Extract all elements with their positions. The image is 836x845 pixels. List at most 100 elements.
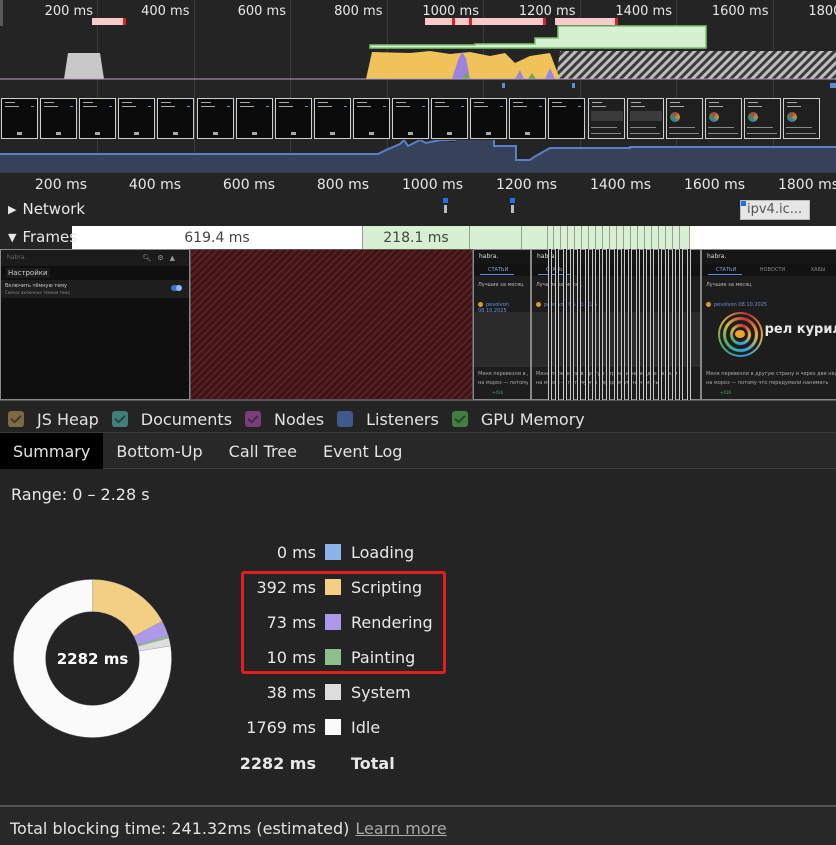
excerpt: Меня перевезли в другую страну и через д…	[706, 371, 836, 386]
counter-label: GPU Memory	[480, 409, 585, 429]
filmstrip-frame[interactable]	[431, 98, 469, 139]
frame-segment[interactable]	[617, 226, 624, 249]
checkbox-icon[interactable]	[451, 411, 468, 427]
article-headline: рел курил	[764, 322, 836, 337]
checkbox-icon[interactable]	[245, 411, 262, 427]
legend-total-label: Total	[351, 753, 395, 773]
counter-label: Nodes	[274, 409, 325, 429]
counter-js-heap[interactable]: JS Heap	[8, 407, 99, 431]
filmstrip-frame[interactable]	[548, 98, 586, 139]
range-label: Range: 0 – 2.28 s	[11, 485, 150, 504]
filmstrip-frame[interactable]	[704, 98, 742, 139]
counter-listeners[interactable]: Listeners	[337, 407, 439, 431]
memory-counters: JS Heap Documents Nodes Listeners GPU Me…	[0, 402, 836, 431]
filmstrip-frame[interactable]	[313, 98, 351, 139]
checkbox-icon[interactable]	[111, 411, 128, 427]
screenshot-stack-stripe	[569, 249, 574, 400]
frames-track-header[interactable]: ▼ Frames	[8, 228, 77, 246]
timeline-ruler[interactable]: 200 ms 400 ms 600 ms 800 ms 1000 ms 1200 ms 14…	[0, 172, 836, 198]
frame-segment[interactable]	[610, 226, 617, 249]
counter-documents[interactable]: Documents	[111, 407, 232, 431]
screenshot-settings[interactable]: habra. 🔍︎⚙︎▲ Настройки Включить тёмную т…	[0, 249, 190, 400]
timeline-overview[interactable]: 200 ms 400 ms 600 ms 800 ms 1000 ms 1200 ms 14…	[0, 0, 836, 172]
tab-summary[interactable]: Summary	[0, 433, 104, 469]
filmstrip-frame[interactable]	[783, 98, 820, 139]
expand-triangle-icon[interactable]: ▶	[8, 203, 16, 216]
frame-segment[interactable]	[652, 226, 659, 249]
filmstrip-frame[interactable]	[235, 98, 273, 139]
frame-segment[interactable]	[470, 226, 522, 249]
frame-segment[interactable]	[673, 226, 680, 249]
frame-segment[interactable]	[603, 226, 610, 249]
legend-row-total: 2282 ms Total	[230, 751, 530, 775]
tab-call-tree[interactable]: Call Tree	[216, 433, 310, 469]
filmstrip-frame[interactable]	[470, 98, 508, 139]
filmstrip-frame[interactable]	[274, 98, 312, 139]
frame-segment[interactable]	[568, 226, 575, 249]
learn-more-link[interactable]: Learn more	[355, 819, 446, 838]
filmstrip-frame[interactable]	[157, 98, 195, 139]
screenshot-stack-stripe	[613, 249, 618, 400]
frame-segment[interactable]	[645, 226, 652, 249]
tab-hubs: ХАБЫ	[810, 267, 826, 273]
article-image-placeholder	[474, 312, 530, 367]
frames-track[interactable]: 619.4 ms 218.1 ms	[0, 226, 836, 249]
header-icons: 🔍︎⚙︎▲	[142, 254, 181, 262]
screenshot-article[interactable]: habra. СТАТЬИ Лучшие за месяц pevolvon 0…	[473, 249, 531, 400]
frame-segment[interactable]: 619.4 ms	[72, 226, 363, 249]
excerpt: Меня перевезли в другую страну и через д…	[478, 371, 528, 386]
frame-segment[interactable]	[631, 226, 638, 249]
collapse-triangle-icon[interactable]: ▼	[8, 231, 16, 244]
filmstrip-frame[interactable]	[1, 98, 38, 139]
counter-gpu-memory[interactable]: GPU Memory	[451, 407, 585, 431]
filmstrip-frame[interactable]	[743, 98, 781, 139]
frame-segment[interactable]	[680, 226, 690, 249]
screenshot-article-loaded[interactable]: habra. СТАТЬИ НОВОСТИ ХАБЫ Лучшие за мес…	[701, 249, 836, 400]
frame-segment[interactable]	[554, 226, 561, 249]
frame-segment[interactable]	[638, 226, 645, 249]
tab-event-log[interactable]: Event Log	[310, 433, 416, 469]
screenshot-stack-stripe	[628, 249, 633, 400]
filmstrip-frame[interactable]	[626, 98, 664, 139]
tab-bottom-up[interactable]: Bottom-Up	[103, 433, 215, 469]
network-request-mark	[572, 83, 576, 88]
filmstrip-frame[interactable]	[392, 98, 429, 139]
filmstrip-frame[interactable]	[196, 98, 234, 139]
network-request-mark	[830, 83, 836, 88]
network-track[interactable]	[0, 198, 836, 224]
filmstrip-frame[interactable]	[79, 98, 117, 139]
screenshot-header: habra. 🔍︎⚙︎▲	[1, 250, 189, 266]
author: pevolvon 08.10.2025	[706, 302, 767, 308]
tab-underline	[708, 274, 742, 275]
overview-filmstrip[interactable]	[0, 96, 836, 140]
frame-segment[interactable]	[582, 226, 589, 249]
article-tabs: СТАТЬИ НОВОСТИ ХАБЫ	[702, 264, 836, 276]
frame-screenshots[interactable]: habra. 🔍︎⚙︎▲ Настройки Включить тёмную т…	[0, 249, 836, 401]
frame-segment[interactable]	[575, 226, 582, 249]
frame-segment[interactable]	[561, 226, 568, 249]
filmstrip-frame[interactable]	[118, 98, 156, 139]
frame-segment[interactable]	[522, 226, 548, 249]
checkbox-icon[interactable]	[8, 411, 24, 427]
legend-label: Loading	[351, 542, 415, 562]
network-track-header[interactable]: ▶ Network	[8, 200, 85, 218]
frame-segment[interactable]	[666, 226, 673, 249]
frame-segment[interactable]	[659, 226, 666, 249]
frame-segment[interactable]	[596, 226, 603, 249]
legend-swatch	[325, 719, 341, 735]
legend-row-system: 38 ms System	[230, 680, 530, 704]
filmstrip-frame[interactable]	[587, 98, 625, 139]
overview-tick-label: 800 ms	[334, 4, 383, 19]
frame-segment[interactable]: 218.1 ms	[363, 226, 470, 249]
overview-range-handle[interactable]	[0, 0, 3, 26]
filmstrip-frame[interactable]	[352, 98, 390, 139]
network-request-mark	[502, 83, 506, 88]
counter-nodes[interactable]: Nodes	[245, 407, 324, 431]
network-request-pill[interactable]: ipv4.ic...	[740, 200, 810, 220]
filmstrip-frame[interactable]	[509, 98, 547, 139]
frame-segment[interactable]	[624, 226, 631, 249]
checkbox-icon[interactable]	[337, 411, 354, 427]
filmstrip-frame[interactable]	[40, 98, 78, 139]
filmstrip-frame[interactable]	[665, 98, 703, 139]
frame-segment[interactable]	[589, 226, 596, 249]
